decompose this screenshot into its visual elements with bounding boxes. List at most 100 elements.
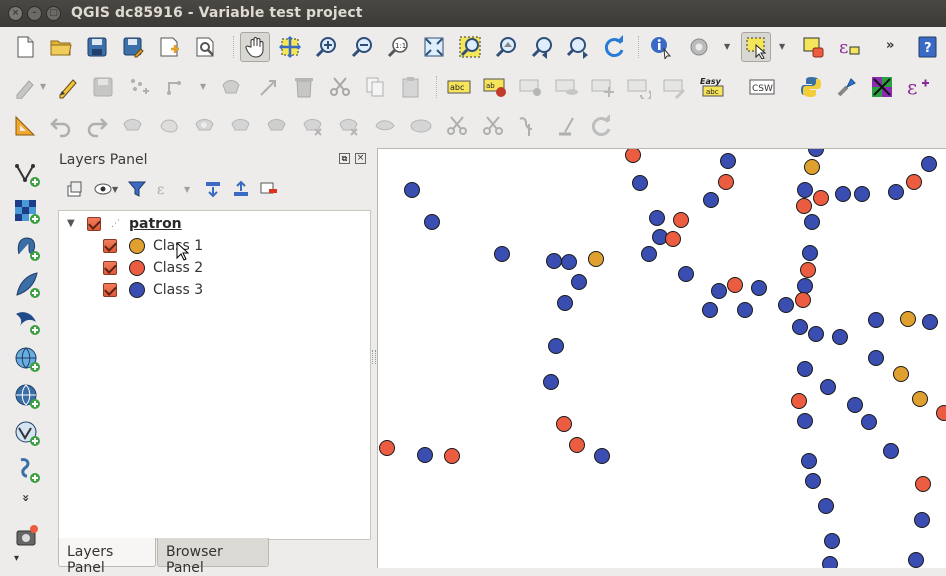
new-print-composer-icon[interactable] [156, 34, 182, 60]
window-maximize-button[interactable]: □ [46, 6, 61, 21]
select-dropdown-icon[interactable]: ▼ [779, 42, 785, 51]
delete-ring-icon[interactable] [300, 113, 326, 139]
split-features-icon[interactable] [444, 113, 470, 139]
tab-browser-panel[interactable]: Browser Panel [157, 538, 269, 567]
panel-close-button[interactable]: × [355, 153, 366, 164]
add-gpx-layer-icon[interactable] [12, 522, 42, 552]
remove-layer-icon[interactable] [258, 178, 280, 200]
add-postgis-layer-icon[interactable] [12, 233, 42, 263]
expression-plugin-icon[interactable]: ε [905, 74, 931, 100]
move-feature-icon[interactable] [162, 74, 188, 100]
composer-manager-icon[interactable] [192, 34, 218, 60]
select-features-icon[interactable] [741, 32, 771, 62]
rotate-feature-icon[interactable] [120, 113, 146, 139]
save-project-icon[interactable] [84, 34, 110, 60]
zoom-to-selection-icon[interactable] [457, 34, 483, 60]
map-canvas[interactable] [377, 148, 946, 568]
split-parts-icon[interactable] [480, 113, 506, 139]
window-close-button[interactable]: × [8, 6, 23, 21]
zoom-next-icon[interactable] [565, 34, 591, 60]
zoom-to-layer-icon[interactable] [493, 34, 519, 60]
layer-group-row[interactable]: ▼ ⋰ patron [59, 213, 370, 235]
change-label-icon[interactable] [662, 74, 688, 100]
plugin-grid-icon[interactable] [869, 74, 895, 100]
visibility-dropdown-icon[interactable]: ▼ [112, 185, 118, 194]
add-wfs-layer-icon[interactable] [12, 418, 42, 448]
zoom-actual-size-icon[interactable]: 1:1 [385, 34, 411, 60]
node-tool-icon[interactable] [218, 74, 244, 100]
add-delimited-text-layer-icon[interactable] [12, 455, 42, 485]
run-action-dropdown-icon[interactable]: ▼ [724, 42, 730, 51]
expand-all-icon[interactable] [202, 178, 224, 200]
help-icon[interactable]: ? [914, 34, 940, 60]
plugin-manager-icon[interactable] [834, 74, 860, 100]
offset-curve-icon[interactable] [408, 113, 434, 139]
class3-checkbox[interactable] [103, 283, 117, 297]
add-mssql-layer-icon[interactable] [12, 307, 42, 337]
open-layer-styling-icon[interactable] [64, 178, 86, 200]
legend-item-class3[interactable]: Class 3 [103, 279, 203, 301]
add-wms-layer-icon[interactable] [12, 344, 42, 374]
layer-labeling-icon[interactable]: abc [446, 74, 472, 100]
panel-float-button[interactable]: ⧉ [339, 153, 350, 164]
class2-checkbox[interactable] [103, 261, 117, 275]
add-ring-icon[interactable] [192, 113, 218, 139]
pin-labels-icon[interactable] [518, 74, 544, 100]
python-console-icon[interactable] [798, 74, 824, 100]
left-toolbar-more-icon[interactable]: ▾ [14, 553, 19, 564]
panel-splitter[interactable] [372, 350, 376, 364]
toolbar-overflow-icon[interactable]: » [886, 38, 894, 53]
merge-attributes-icon[interactable] [552, 113, 578, 139]
rotate-label-icon[interactable] [626, 74, 652, 100]
save-layer-edits-icon[interactable] [90, 74, 116, 100]
delete-selected-icon[interactable] [291, 74, 317, 100]
metasearch-icon[interactable]: CSW [748, 74, 776, 100]
open-project-icon[interactable] [48, 34, 74, 60]
paste-features-icon[interactable] [398, 74, 424, 100]
zoom-last-icon[interactable] [529, 34, 555, 60]
zoom-out-icon[interactable] [349, 34, 375, 60]
manage-visibility-icon[interactable] [92, 178, 114, 200]
identify-icon[interactable] [648, 34, 674, 60]
undo-icon[interactable] [48, 113, 74, 139]
filter-legend-icon[interactable] [126, 178, 148, 200]
tab-layers-panel[interactable]: Layers Panel [58, 538, 156, 567]
add-raster-layer-icon[interactable] [12, 196, 42, 226]
current-edits-icon[interactable] [12, 74, 38, 100]
run-action-icon[interactable] [686, 34, 712, 60]
simplify-feature-icon[interactable] [156, 113, 182, 139]
add-wcs-layer-icon[interactable] [12, 381, 42, 411]
deselect-icon[interactable] [800, 34, 826, 60]
cut-features-icon[interactable] [327, 74, 353, 100]
merge-features-icon[interactable] [516, 113, 542, 139]
add-feature-icon[interactable] [126, 74, 152, 100]
add-vector-layer-icon[interactable] [12, 159, 42, 189]
add-part-icon[interactable] [228, 113, 254, 139]
left-toolbar-overflow-icon[interactable]: » [19, 494, 33, 502]
fill-ring-icon[interactable] [264, 113, 290, 139]
class1-checkbox[interactable] [103, 239, 117, 253]
expression-select-icon[interactable]: ε [836, 34, 862, 60]
layer-diagram-icon[interactable]: ab [482, 74, 508, 100]
zoom-full-icon[interactable] [421, 34, 447, 60]
delete-part-icon[interactable] [336, 113, 362, 139]
copy-features-icon[interactable] [362, 74, 388, 100]
enable-advanced-digitizing-icon[interactable] [12, 113, 38, 139]
pan-to-selection-icon[interactable] [277, 34, 303, 60]
new-project-icon[interactable] [12, 34, 38, 60]
pan-map-icon[interactable] [240, 32, 270, 62]
show-hide-labels-icon[interactable] [554, 74, 580, 100]
add-spatialite-layer-icon[interactable] [12, 270, 42, 300]
redo-icon[interactable] [84, 113, 110, 139]
filter-expression-icon[interactable]: ε [154, 178, 176, 200]
edit-node-icon[interactable] [256, 74, 282, 100]
expand-arrow-icon[interactable]: ▼ [67, 218, 75, 229]
easy-custom-labeling-icon[interactable]: Easyabc [698, 74, 730, 100]
move-label-icon[interactable] [590, 74, 616, 100]
reshape-features-icon[interactable] [372, 113, 398, 139]
rotate-point-symbols-icon[interactable] [588, 113, 614, 139]
refresh-icon[interactable] [601, 34, 627, 60]
collapse-all-icon[interactable] [230, 178, 252, 200]
zoom-in-icon[interactable] [313, 34, 339, 60]
group-checkbox[interactable] [87, 217, 101, 231]
